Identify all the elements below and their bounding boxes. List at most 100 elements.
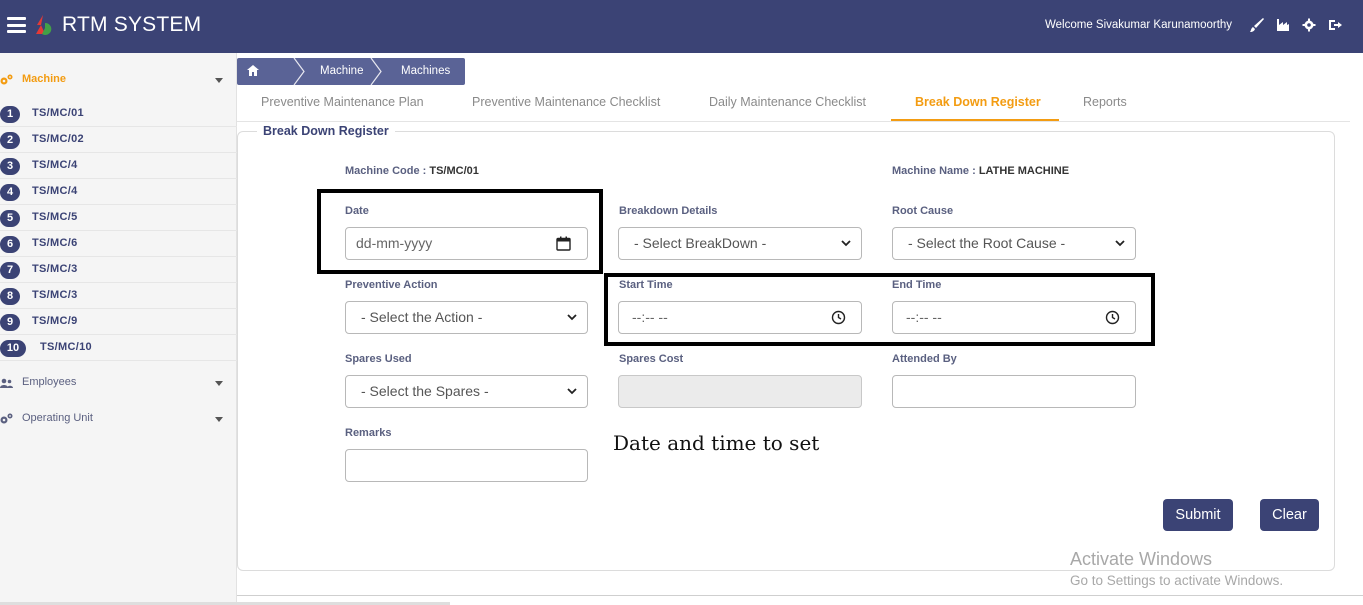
item-number-badge: 7 — [0, 262, 20, 279]
tab-daily-maintenance-checklist[interactable]: Daily Maintenance Checklist — [709, 95, 866, 109]
sidebar-machine-label: Machine — [22, 73, 67, 85]
item-code: TS/MC/4 — [32, 185, 78, 197]
tab-break-down-register[interactable]: Break Down Register — [915, 95, 1041, 109]
breadcrumb-machine-label: Machine — [320, 65, 364, 77]
spares-used-label: Spares Used — [345, 353, 412, 365]
remarks-input[interactable] — [345, 449, 588, 482]
item-number-badge: 1 — [0, 106, 20, 123]
item-number-badge: 5 — [0, 210, 20, 227]
sidebar-item-machine[interactable]: 10 TS/MC/10 — [0, 335, 237, 361]
sidebar-item-machine[interactable]: 9 TS/MC/9 — [0, 309, 237, 335]
chevron-down-icon — [215, 78, 223, 83]
tab-bar: Preventive Maintenance Plan Preventive M… — [237, 87, 1350, 122]
breadcrumb-home[interactable]: Home — [237, 58, 305, 104]
root-cause-value: - Select the Root Cause - — [908, 235, 1066, 251]
logout-icon[interactable] — [1327, 17, 1343, 33]
chevron-down-icon — [1115, 240, 1125, 247]
sidebar-employees-label: Employees — [22, 376, 77, 388]
sidebar-item-machine[interactable]: 2 TS/MC/02 — [0, 127, 237, 153]
chevron-down-icon — [215, 381, 223, 386]
breadcrumb: Home Machine Machines — [237, 58, 465, 104]
gears-icon — [0, 413, 13, 424]
sidebar-operating-label: Operating Unit — [22, 412, 93, 424]
spares-used-select[interactable]: - Select the Spares - — [345, 375, 588, 408]
menu-icon[interactable] — [7, 17, 26, 33]
home-icon — [247, 65, 259, 77]
date-highlight-box — [317, 189, 603, 274]
spares-cost-label: Spares Cost — [619, 353, 684, 365]
app-title: RTM SYSTEM — [62, 13, 202, 36]
sidebar-item-machine[interactable]: 7 TS/MC/3 — [0, 257, 237, 283]
machine-gears-icon — [0, 74, 13, 85]
tab-preventive-maintenance-checklist[interactable]: Preventive Maintenance Checklist — [472, 95, 660, 109]
item-code: TS/MC/01 — [32, 107, 84, 119]
machine-code-value: TS/MC/01 — [429, 165, 479, 177]
footer-divider — [237, 595, 1363, 596]
sidebar-item-machine[interactable]: 1 TS/MC/01 — [0, 101, 237, 127]
sidebar-item-machine[interactable]: 6 TS/MC/6 — [0, 231, 237, 257]
item-code: TS/MC/5 — [32, 211, 78, 223]
employees-icon — [0, 378, 13, 388]
chevron-down-icon — [215, 417, 223, 422]
sidebar-item-machine[interactable]: 4 TS/MC/4 — [0, 179, 237, 205]
item-code: TS/MC/02 — [32, 133, 84, 145]
root-cause-label: Root Cause — [892, 205, 954, 217]
clear-button[interactable]: Clear — [1260, 499, 1319, 531]
sidebar-section-machine[interactable]: Machine — [0, 65, 237, 95]
preventive-action-select[interactable]: - Select the Action - — [345, 301, 588, 334]
form-legend: Break Down Register — [257, 124, 395, 138]
annotation-text: Date and time to set — [613, 431, 820, 455]
chevron-down-icon — [567, 314, 577, 321]
breakdown-details-label: Breakdown Details — [619, 205, 718, 217]
gear-icon[interactable] — [1301, 17, 1317, 33]
breakdown-details-value: - Select BreakDown - — [634, 235, 767, 251]
time-highlight-box — [604, 273, 1155, 346]
root-cause-select[interactable]: - Select the Root Cause - — [892, 227, 1136, 260]
machine-name-value: LATHE MACHINE — [978, 165, 1070, 177]
breakdown-details-select[interactable]: - Select BreakDown - — [618, 227, 862, 260]
watermark-line1: Activate Windows — [1070, 549, 1213, 569]
preventive-action-value: - Select the Action - — [361, 309, 483, 325]
preventive-action-label: Preventive Action — [345, 279, 438, 291]
attended-by-label: Attended By — [892, 353, 957, 365]
machine-code-label: Machine Code : — [345, 165, 427, 177]
watermark-line2: Go to Settings to activate Windows. — [1070, 573, 1284, 588]
logo-icon — [36, 15, 52, 35]
factory-icon[interactable] — [1275, 17, 1291, 33]
chevron-down-icon — [567, 388, 577, 395]
item-number-badge: 3 — [0, 158, 20, 175]
sidebar: Machine 1 TS/MC/01 2 TS/MC/02 3 TS/MC/4 … — [0, 53, 237, 605]
machine-name-label: Machine Name : — [892, 165, 976, 177]
item-code: TS/MC/4 — [32, 159, 78, 171]
sidebar-item-machine[interactable]: 5 TS/MC/5 — [0, 205, 237, 231]
sidebar-item-machine[interactable]: 8 TS/MC/3 — [0, 283, 237, 309]
spares-cost-input — [618, 375, 862, 408]
item-number-badge: 10 — [0, 340, 26, 357]
breadcrumb-machines-label: Machines — [401, 65, 451, 77]
item-code: TS/MC/9 — [32, 315, 78, 327]
breadcrumb-machines[interactable]: Machines — [377, 58, 465, 85]
attended-by-input[interactable] — [892, 375, 1136, 408]
item-code: TS/MC/10 — [40, 341, 92, 353]
sidebar-section-operating-unit[interactable]: Operating Unit — [0, 404, 237, 434]
item-code: TS/MC/3 — [32, 263, 78, 275]
active-tab-indicator — [891, 119, 1059, 121]
remarks-label: Remarks — [345, 427, 392, 439]
item-code: TS/MC/3 — [32, 289, 78, 301]
spares-used-value: - Select the Spares - — [361, 383, 489, 399]
machine-code-info: Machine Code : TS/MC/01 — [345, 165, 479, 177]
welcome-text: Welcome Sivakumar Karunamoorthy — [1045, 19, 1233, 31]
item-number-badge: 2 — [0, 132, 20, 149]
submit-button[interactable]: Submit — [1163, 499, 1233, 531]
tab-preventive-maintenance-plan[interactable]: Preventive Maintenance Plan — [261, 95, 424, 109]
sidebar-section-employees[interactable]: Employees — [0, 368, 237, 398]
breadcrumb-machine[interactable]: Machine — [300, 58, 382, 85]
item-number-badge: 6 — [0, 236, 20, 253]
item-number-badge: 9 — [0, 314, 20, 331]
item-number-badge: 4 — [0, 184, 20, 201]
sidebar-item-machine[interactable]: 3 TS/MC/4 — [0, 153, 237, 179]
activate-windows-watermark: Activate Windows Go to Settings to activ… — [1070, 549, 1283, 588]
tab-reports[interactable]: Reports — [1083, 95, 1127, 109]
chevron-down-icon — [841, 240, 851, 247]
brush-icon[interactable] — [1249, 17, 1265, 33]
